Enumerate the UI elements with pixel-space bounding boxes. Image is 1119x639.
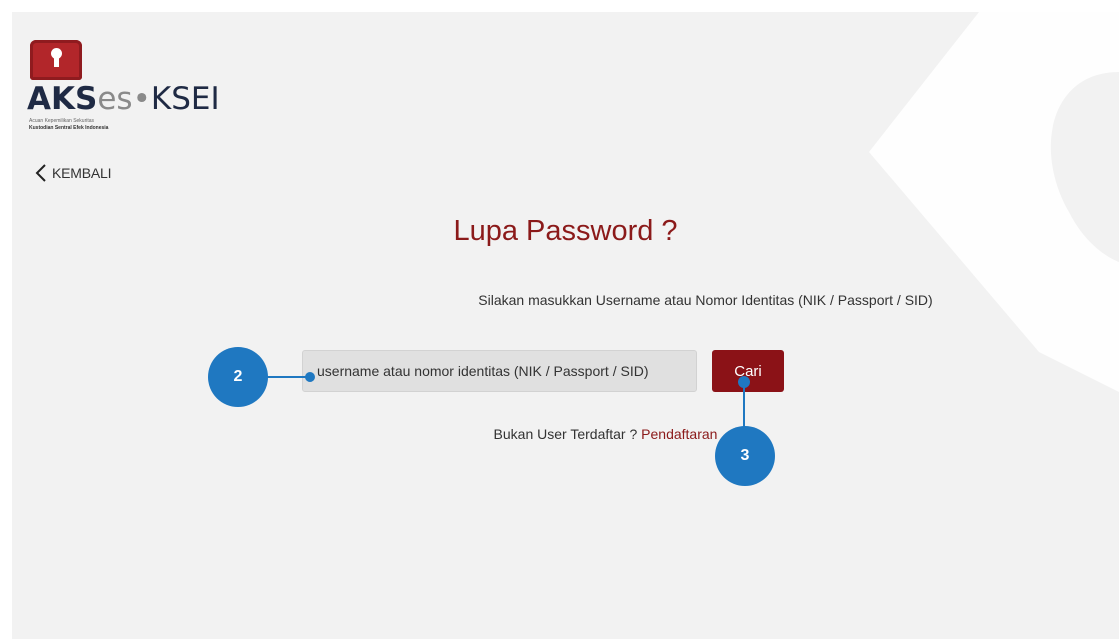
logo-wordmark: AKSes•KSEI xyxy=(27,81,220,117)
chevron-left-icon xyxy=(35,164,46,182)
page-background: AKSes•KSEI Acuan Kepemilikan Sekuritas K… xyxy=(12,12,1119,639)
back-link-label: KEMBALI xyxy=(52,165,112,181)
background-swoosh-graphic xyxy=(869,12,1119,392)
register-line: Bukan User Terdaftar ? Pendaftaran xyxy=(12,426,1119,442)
register-link[interactable]: Pendaftaran xyxy=(641,426,717,442)
back-link[interactable]: KEMBALI xyxy=(34,164,111,182)
lock-shield-icon xyxy=(30,40,82,80)
callout-badge-3: 3 xyxy=(715,426,775,486)
logo-organization: Kustodian Sentral Efek Indonesia xyxy=(29,125,109,131)
page-title: Lupa Password ? xyxy=(453,215,678,247)
instruction-text: Silakan masukkan Username atau Nomor Ide… xyxy=(478,292,933,308)
username-id-input[interactable] xyxy=(302,350,697,392)
akses-ksei-logo[interactable]: AKSes•KSEI Acuan Kepemilikan Sekuritas K… xyxy=(27,40,220,150)
logo-tagline: Acuan Kepemilikan Sekuritas xyxy=(29,118,95,124)
register-prompt: Bukan User Terdaftar ? xyxy=(493,426,642,442)
search-button[interactable]: Cari xyxy=(712,350,784,392)
callout-badge-2: 2 xyxy=(208,347,268,407)
